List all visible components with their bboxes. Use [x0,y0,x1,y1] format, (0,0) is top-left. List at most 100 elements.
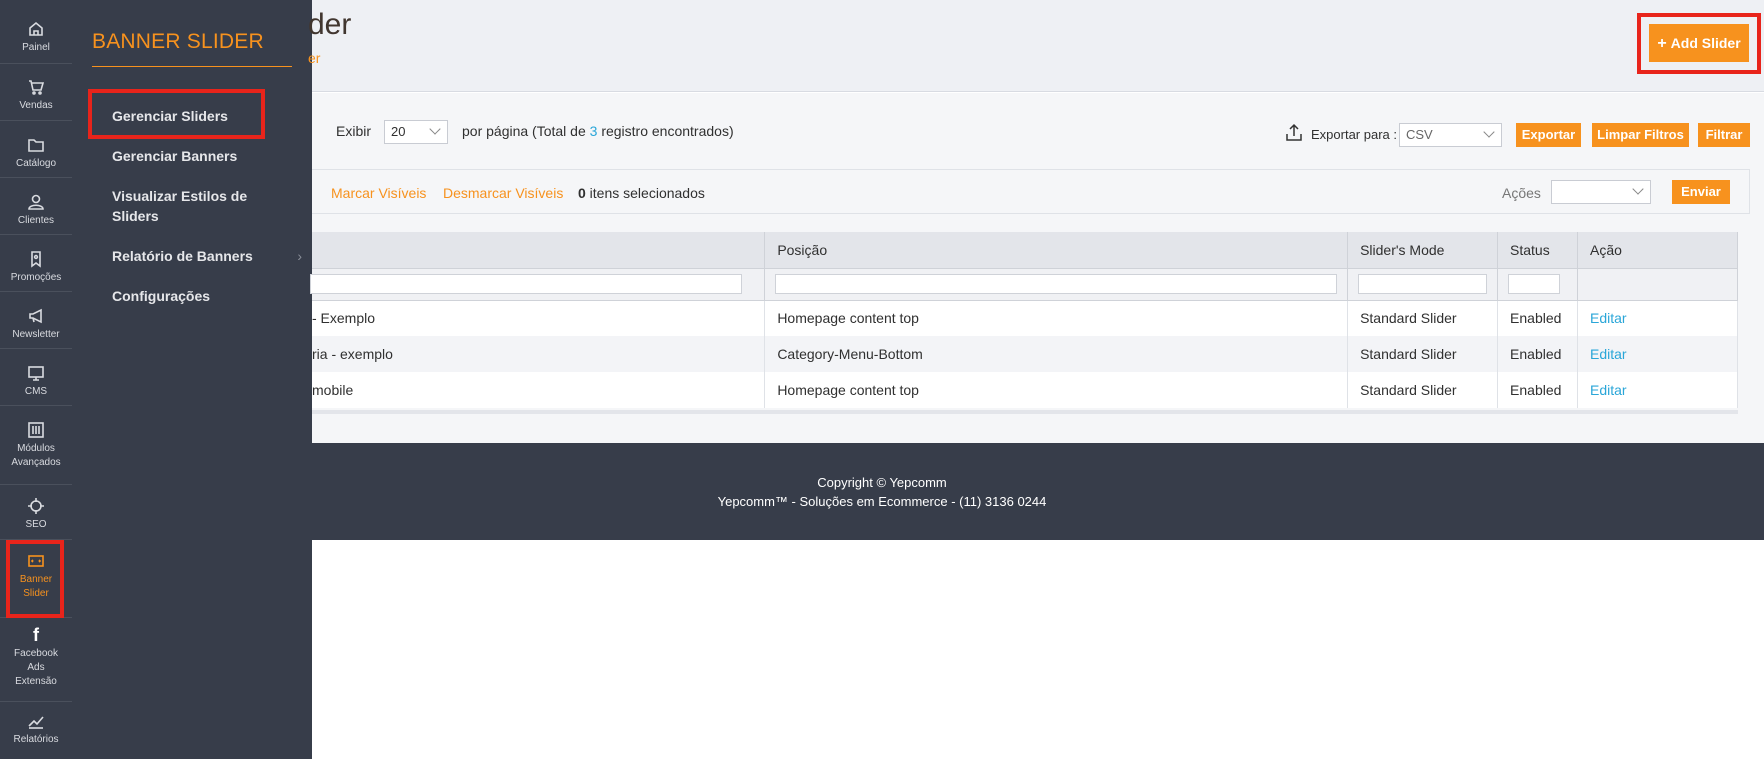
crosshair-icon [27,497,45,515]
nav-label-line2: Avançados [11,457,61,468]
table-row[interactable]: ria - exemplo Category-Menu-Bottom Stand… [312,336,1738,372]
plus-icon: + [1657,35,1667,52]
page: Painel Vendas Catálogo Clientes Promoçõe… [0,0,1764,759]
unmark-visible-link[interactable]: Desmarcar Visíveis [443,185,563,201]
show-label: Exibir [336,123,372,139]
submenu-divider [92,66,292,67]
footer-company: Yepcomm™ - Soluções em Ecommerce - (11) … [717,494,1047,509]
cart-icon [27,78,45,96]
nav-label: Módulos [17,443,55,454]
cell-mode: Standard Slider [1347,336,1499,372]
chart-icon [27,712,45,730]
column-header-action: Ação [1577,232,1738,269]
cell-title: mobile [312,372,766,408]
nav-item-modulos-avancados[interactable]: Módulos Avançados [0,406,72,485]
nav-label: Relatórios [13,734,59,745]
export-label: Exportar para : [1311,127,1397,142]
nav-item-relatorios[interactable]: Relatórios [0,702,72,759]
edit-link[interactable]: Editar [1590,346,1627,362]
export-button[interactable]: Exportar [1516,123,1581,147]
submenu-item-label: Visualizar Estilos de [112,188,248,204]
cell-mode: Standard Slider [1347,300,1499,336]
nav-item-painel[interactable]: Painel [0,0,72,64]
send-button[interactable]: Enviar [1672,180,1730,204]
total-suffix: registro encontrados) [597,123,734,139]
megaphone-icon [27,307,45,325]
total-records: por página (Total de 3 registro encontra… [462,123,734,139]
submenu-item-label: Configurações [112,288,211,304]
table-row[interactable]: - Exemplo Homepage content top Standard … [312,300,1738,336]
nav-label-line2: Ads [27,662,45,673]
nav-label: Promoções [10,272,62,283]
column-header-mode[interactable]: Slider's Mode [1347,232,1499,269]
nav-label: Painel [22,42,50,53]
edit-link[interactable]: Editar [1590,382,1627,398]
edit-link[interactable]: Editar [1590,310,1627,326]
add-slider-label: Add Slider [1670,35,1741,51]
status-filter-input[interactable] [1508,274,1561,294]
chevron-down-icon [429,123,441,135]
column-header-title[interactable] [312,232,766,269]
add-slider-button[interactable]: + Add Slider [1649,24,1749,62]
folder-icon [27,136,45,154]
submenu-item-label: Gerenciar Banners [112,148,238,164]
actions-select[interactable] [1551,180,1651,204]
submenu-item-label-line2: Sliders [112,208,159,224]
submenu-title: BANNER SLIDER [92,30,264,53]
nav-item-seo[interactable]: SEO [0,485,72,540]
chevron-right-icon: › [297,248,302,264]
nav-label: Facebook [14,648,58,659]
position-filter-input[interactable] [775,274,1338,294]
mark-visible-link[interactable]: Marcar Visíveis [331,185,426,201]
breadcrumb[interactable]: er [308,50,320,66]
per-page-select[interactable]: 20 [384,120,448,144]
page-title: der [308,8,352,41]
nav-item-facebook-ads[interactable]: f Facebook Ads Extensão [0,618,72,702]
selected-count: 0 [578,185,586,201]
nav-item-vendas[interactable]: Vendas [0,64,72,121]
chevron-down-icon [1483,126,1495,138]
submenu-flyout: BANNER SLIDER Gerenciar Sliders Gerencia… [72,0,312,759]
nav-item-clientes[interactable]: Clientes [0,178,72,235]
clear-filters-button[interactable]: Limpar Filtros [1592,123,1689,147]
export-format-value: CSV [1406,127,1433,142]
cell-status: Enabled [1497,336,1579,372]
column-header-status[interactable]: Status [1497,232,1579,269]
nav-label: SEO [25,519,47,530]
submenu-item-gerenciar-sliders[interactable]: Gerenciar Sliders [112,106,282,126]
nav-item-promocoes[interactable]: Promoções [0,235,72,292]
per-page-value: 20 [391,124,406,139]
submenu-item-label: Relatório de Banners [112,248,253,264]
facebook-icon: f [33,625,39,645]
nav-item-catalogo[interactable]: Catálogo [0,121,72,178]
cell-title: ria - exemplo [312,336,766,372]
submenu-item-gerenciar-banners[interactable]: Gerenciar Banners [112,146,282,166]
cell-title: - Exemplo [312,300,766,336]
nav-item-cms[interactable]: CMS [0,349,72,406]
nav-item-newsletter[interactable]: Newsletter [0,292,72,349]
cell-mode: Standard Slider [1347,372,1499,408]
footer-copyright: Copyright © Yepcomm [817,475,947,490]
submenu-item-visualizar-estilos[interactable]: Visualizar Estilos de Sliders [112,186,282,226]
table-bottom-border [312,410,1738,414]
sliders-table: Posição Slider's Mode Status Ação - Exem… [310,232,1738,408]
footer: Copyright © Yepcomm Yepcomm™ - Soluções … [312,443,1764,540]
nav-label: Catálogo [15,158,57,169]
submenu-item-relatorio-banners[interactable]: Relatório de Banners › [112,246,302,266]
column-header-position[interactable]: Posição [764,232,1349,269]
actions-label: Ações [1502,185,1541,201]
nav-label: Newsletter [12,329,60,340]
title-filter-input[interactable] [310,274,743,294]
table-row[interactable]: mobile Homepage content top Standard Sli… [312,372,1738,408]
cell-position: Homepage content top [764,372,1349,408]
selected-text: itens selecionados [585,185,705,201]
selected-count-text: 0 itens selecionados [578,185,705,201]
filter-button[interactable]: Filtrar [1698,123,1750,147]
per-page-text: por página (Total de [462,123,590,139]
mass-action-bar: Marcar Visíveis Desmarcar Visíveis 0 ite… [312,169,1750,214]
content-area: Exibir 20 por página (Total de 3 registr… [310,93,1764,443]
cell-status: Enabled [1497,372,1579,408]
mode-filter-input[interactable] [1358,274,1488,294]
submenu-item-configuracoes[interactable]: Configurações [112,286,282,306]
export-format-select[interactable]: CSV [1399,123,1502,147]
